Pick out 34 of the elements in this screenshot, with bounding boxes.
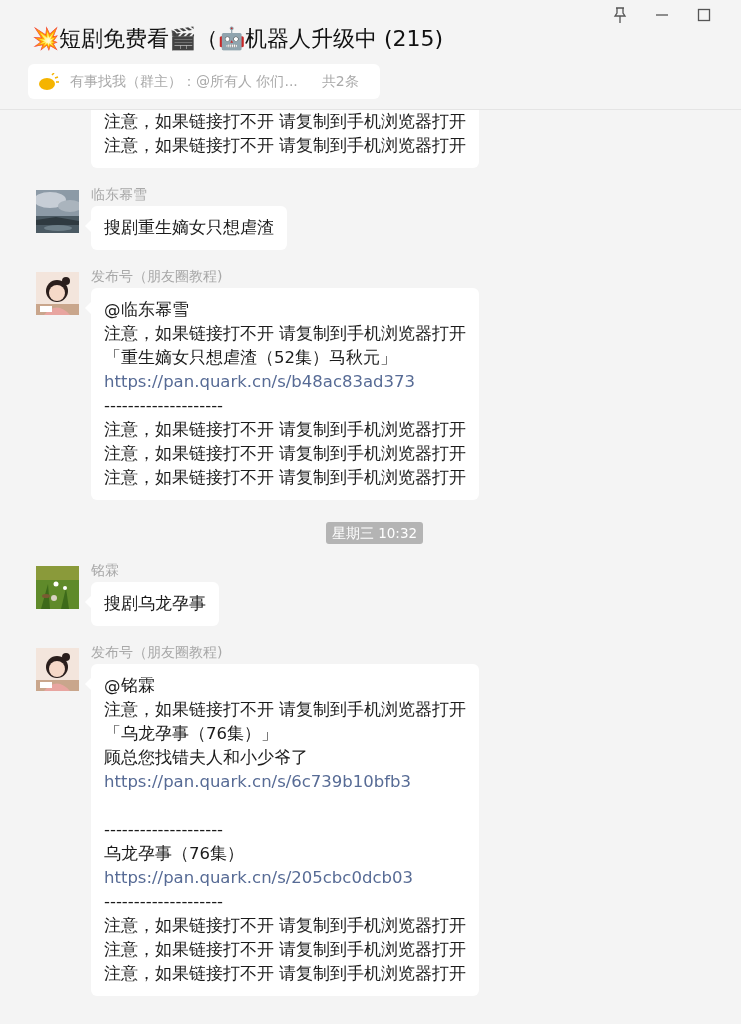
message-text: 注意，如果链接打不开 请复制到手机浏览器打开 <box>104 419 467 441</box>
link[interactable]: https://pan.quark.cn/s/205cbc0dcb03 <box>104 866 467 890</box>
message-text: 注意，如果链接打不开 请复制到手机浏览器打开 <box>104 963 467 985</box>
message-text: 「乌龙孕事（76集）」 <box>104 723 279 745</box>
message-text: @临东幂雪 <box>104 299 190 321</box>
message-text: 注意，如果链接打不开 请复制到手机浏览器打开 <box>104 699 467 721</box>
message-text: 注意，如果链接打不开 请复制到手机浏览器打开 <box>104 443 467 465</box>
notice-text: 有事找我（群主）：@所有人 你们... <box>70 72 298 91</box>
sender-name: 发布号（朋友圈教程) <box>91 268 223 284</box>
message-text: 注意，如果链接打不开 请复制到手机浏览器打开 <box>104 939 467 961</box>
sender-name: 临东幂雪 <box>91 186 147 202</box>
window-title: 💥短剧免费看🎬（🤖机器人升级中 (215) <box>32 25 444 53</box>
link[interactable]: https://pan.quark.cn/s/b48ac83ad373 <box>104 370 467 394</box>
message-text: -------------------- <box>104 891 225 913</box>
pin-icon[interactable] <box>611 6 629 24</box>
sender-name: 铭霖 <box>91 562 119 578</box>
sender-name: 发布号（朋友圈教程) <box>91 644 223 660</box>
message-text: 注意，如果链接打不开 请复制到手机浏览器打开 <box>104 111 467 133</box>
message-text: 搜剧重生嫡女只想虐渣 <box>104 217 274 239</box>
message-text: @铭霖 <box>104 675 156 697</box>
message-text: 乌龙孕事（76集） <box>104 843 245 865</box>
timestamp: 星期三 10:32 <box>325 522 424 544</box>
message-text: 注意，如果链接打不开 请复制到手机浏览器打开 <box>104 323 467 345</box>
message-text: 「重生嫡女只想虐渣（52集）马秋元」 <box>104 347 398 369</box>
message-text: 搜剧乌龙孕事 <box>104 593 206 615</box>
message-text: -------------------- <box>104 395 225 417</box>
message-text: -------------------- <box>104 819 225 841</box>
link[interactable]: https://pan.quark.cn/s/6c739b10bfb3 <box>104 770 467 794</box>
message-text: 注意，如果链接打不开 请复制到手机浏览器打开 <box>104 467 467 489</box>
maximize-icon[interactable] <box>695 6 713 24</box>
message-text: 注意，如果链接打不开 请复制到手机浏览器打开 <box>104 915 467 937</box>
message-text: 顾总您找错夫人和小少爷了 <box>104 747 309 769</box>
notice-count: 共2条 <box>321 72 359 91</box>
message-text: 注意，如果链接打不开 请复制到手机浏览器打开 <box>104 135 467 157</box>
